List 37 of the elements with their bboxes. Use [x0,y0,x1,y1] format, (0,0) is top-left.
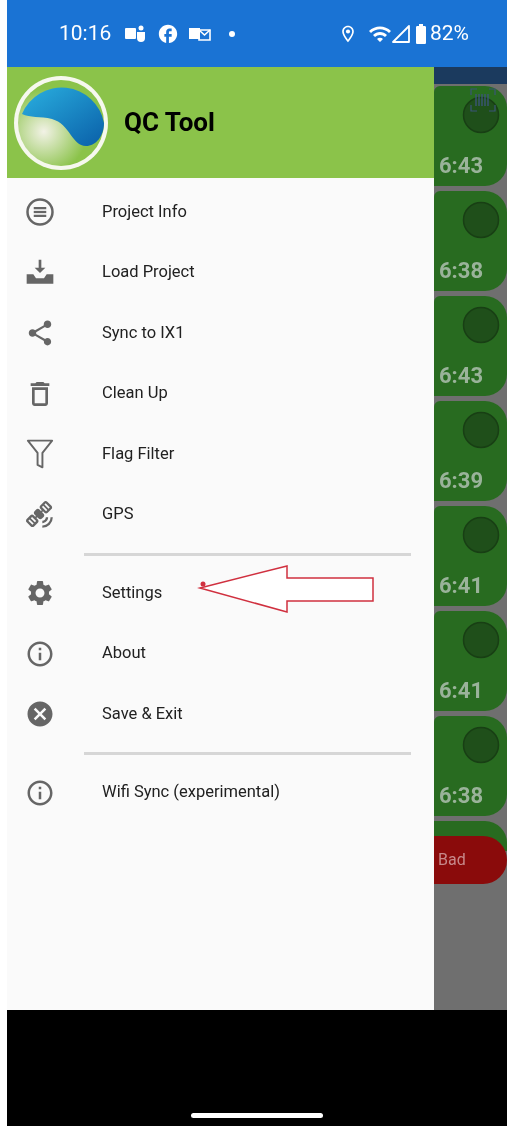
card-time: 6:41 [439,677,485,705]
card-time: 6:38 [439,782,485,810]
card-time: 6:39 [439,467,485,495]
card-time: 6:43 [439,152,485,180]
menu-item[interactable]: Clean Up [7,363,434,424]
facebook-icon [157,22,180,45]
status-circle-icon [462,411,500,449]
menu-item[interactable]: Save & Exit [7,684,434,745]
notification-dot-icon [229,30,236,37]
app-title: QC Tool [124,106,215,139]
app-logo-icon [12,73,110,172]
status-circle-icon [462,306,500,344]
menu-item[interactable]: Sync to IX1 [7,303,434,364]
card-time: 6:41 [439,572,485,600]
status-circle-icon [462,516,500,554]
status-time: 10:16 [59,19,112,47]
menu-item[interactable]: Wifi Sync (experimental) [7,762,434,823]
teams-icon [125,23,148,44]
menu-item[interactable]: Flag Filter [7,424,434,485]
status-circle-icon [462,201,500,239]
list-icon [25,197,55,228]
scanner-icon [470,88,496,112]
menu-item[interactable]: Load Project [7,242,434,303]
menu-item[interactable]: GPS [7,484,434,545]
satellite-icon [26,500,54,529]
menu-item[interactable]: Settings [7,563,434,624]
menu-item[interactable]: About [7,623,434,684]
home-handle[interactable] [191,1113,323,1118]
menu-item[interactable]: Project Info [7,182,434,243]
signal-icon [392,24,410,43]
bad-button[interactable]: Bad [434,836,507,884]
status-circle-icon [462,96,500,134]
card-time: 6:38 [439,257,485,285]
battery-percent: 82% [430,19,469,47]
card-time: 6:43 [439,362,485,390]
status-circle-icon [462,726,500,764]
status-circle-icon [462,621,500,659]
